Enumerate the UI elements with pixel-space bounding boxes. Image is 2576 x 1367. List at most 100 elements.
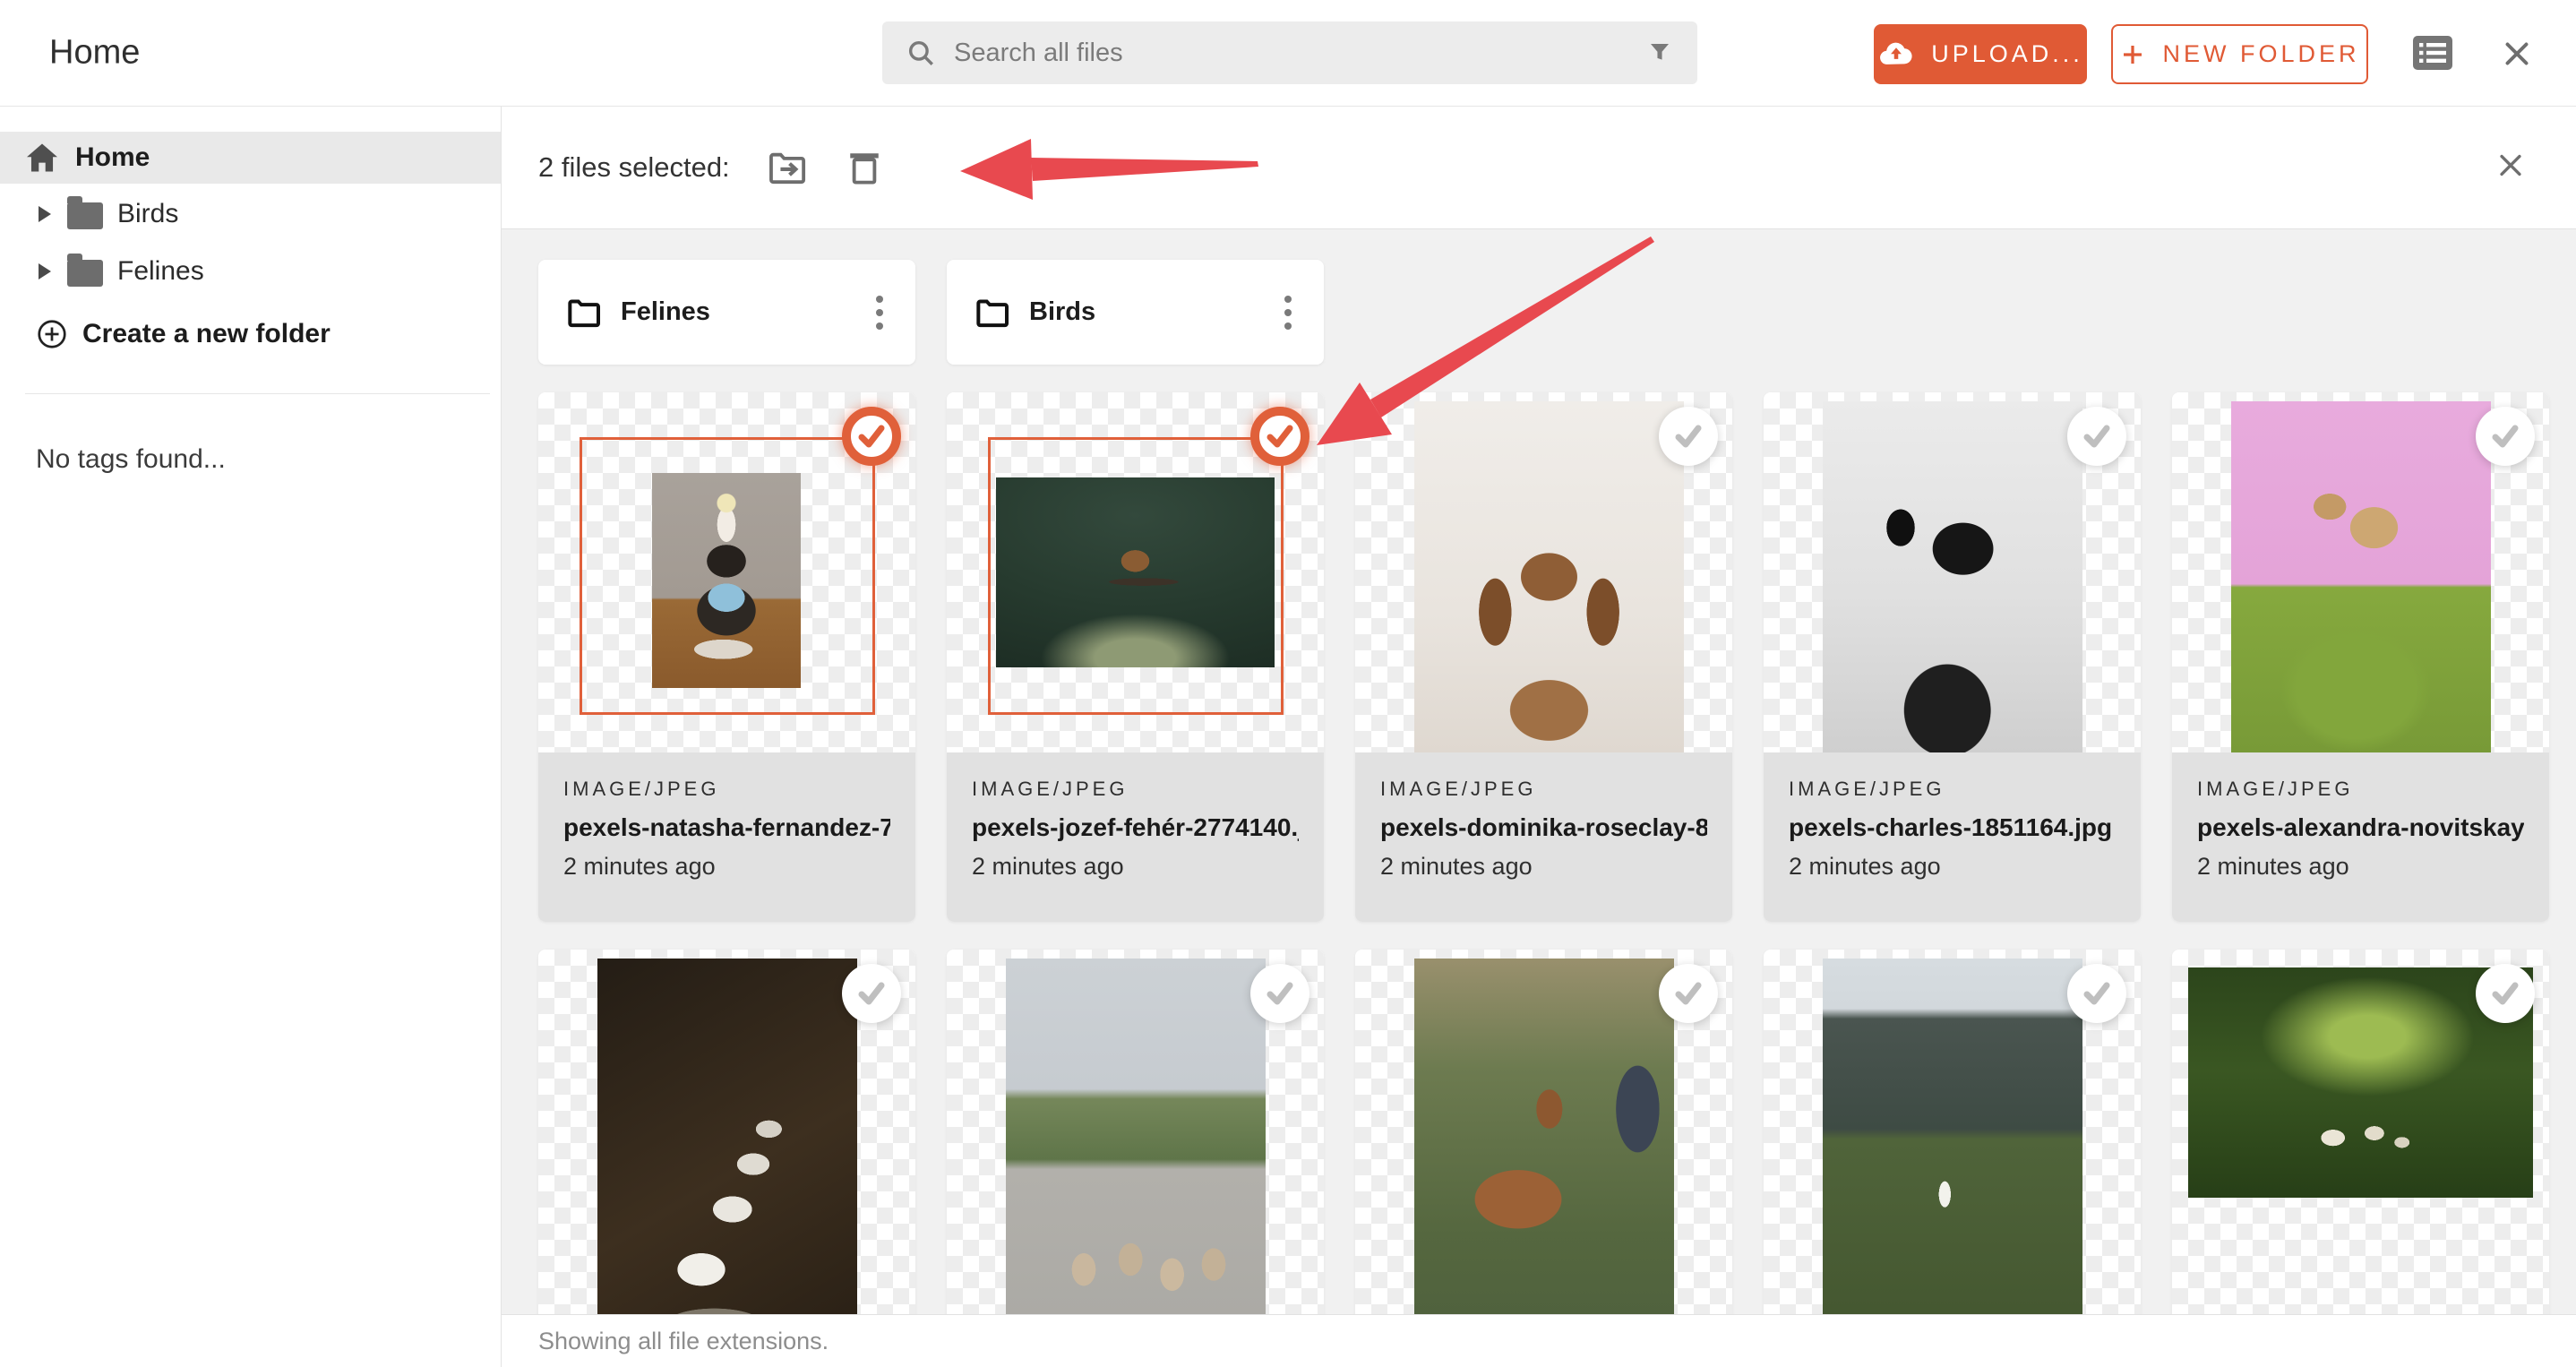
file-thumbnail <box>947 392 1324 752</box>
folder-card-birds[interactable]: Birds <box>947 260 1324 365</box>
file-card[interactable] <box>538 950 915 1314</box>
check-icon <box>1675 982 1702 1005</box>
upload-button[interactable]: UPLOAD... <box>1874 24 2087 84</box>
thumbnail-seagulls-on-railing <box>597 959 857 1314</box>
file-meta: IMAGE/JPEG pexels-jozef-fehér-2774140.jp… <box>947 752 1324 922</box>
file-name: pexels-charles-1851164.jpg <box>1789 813 2113 841</box>
thumbnail-kangaroo-being-fed <box>1414 959 1674 1314</box>
file-meta: IMAGE/JPEG pexels-natasha-fernandez-733.… <box>538 752 915 922</box>
file-card[interactable]: IMAGE/JPEG pexels-dominika-roseclay-8952… <box>1355 392 1732 922</box>
select-checkbox[interactable] <box>2476 964 2535 1023</box>
kebab-menu-icon[interactable] <box>1279 290 1297 335</box>
selection-outline <box>580 437 875 715</box>
create-new-folder-label: Create a new folder <box>82 319 331 348</box>
file-browser-area: Felines Birds IMAGE/JPEG pexels-natasha-… <box>502 229 2576 1314</box>
folder-icon <box>67 254 103 287</box>
selection-count-text: 2 files selected: <box>538 151 730 183</box>
sidebar-item-felines[interactable]: Felines <box>0 245 501 298</box>
file-card[interactable]: IMAGE/JPEG pexels-charles-1851164.jpg 2 … <box>1764 392 2141 922</box>
select-checkbox[interactable] <box>2067 964 2126 1023</box>
page-title: Home <box>49 33 141 72</box>
select-checkbox[interactable] <box>1250 407 1309 466</box>
file-name: pexels-dominika-roseclay-8952... <box>1380 813 1707 841</box>
search-input[interactable] <box>954 38 1627 68</box>
file-thumbnail <box>1355 950 1732 1314</box>
file-thumbnail <box>2172 950 2549 1314</box>
folder-icon <box>568 299 600 327</box>
thumbnail-black-pug-portrait <box>1823 401 2082 752</box>
list-view-icon[interactable] <box>2411 34 2454 76</box>
file-time: 2 minutes ago <box>1789 853 1941 880</box>
selection-toolbar: 2 files selected: <box>502 107 2576 229</box>
sidebar-home-label: Home <box>75 142 150 172</box>
file-meta: IMAGE/JPEG pexels-charles-1851164.jpg 2 … <box>1764 752 2141 922</box>
caret-right-icon[interactable] <box>39 206 51 222</box>
file-card[interactable] <box>1764 950 2141 1314</box>
check-icon <box>858 425 885 448</box>
kebab-menu-icon[interactable] <box>871 290 889 335</box>
file-card[interactable]: IMAGE/JPEG pexels-alexandra-novitskaya-2… <box>2172 392 2549 922</box>
file-card[interactable] <box>2172 950 2549 1314</box>
select-checkbox[interactable] <box>2476 407 2535 466</box>
file-card[interactable] <box>947 950 1324 1314</box>
file-card[interactable]: IMAGE/JPEG pexels-jozef-fehér-2774140.jp… <box>947 392 1324 922</box>
file-type-label: IMAGE/JPEG <box>1380 778 1537 800</box>
clear-selection-close-icon[interactable] <box>2495 150 2526 185</box>
upload-cloud-icon <box>1877 36 1915 73</box>
select-checkbox[interactable] <box>1250 964 1309 1023</box>
file-type-label: IMAGE/JPEG <box>972 778 1129 800</box>
sidebar-divider <box>25 393 490 394</box>
status-text: Showing all file extensions. <box>538 1327 829 1354</box>
circle-plus-icon <box>36 318 68 350</box>
caret-right-icon[interactable] <box>39 263 51 279</box>
folder-cards-row: Felines Birds <box>538 260 2546 365</box>
folder-card-felines[interactable]: Felines <box>538 260 915 365</box>
select-checkbox[interactable] <box>842 407 901 466</box>
folder-icon <box>976 299 1009 327</box>
folder-card-name: Birds <box>1029 297 1096 326</box>
thumbnail-geese-walking-on-road <box>1006 959 1266 1314</box>
trash-icon[interactable] <box>846 149 882 186</box>
file-card[interactable]: IMAGE/JPEG pexels-natasha-fernandez-733.… <box>538 392 915 922</box>
check-icon <box>2083 425 2110 448</box>
search-box[interactable] <box>882 21 1697 84</box>
thumbnail-brown-dachshund-portrait <box>1414 401 1684 752</box>
file-name: pexels-natasha-fernandez-733... <box>563 813 890 841</box>
file-meta: IMAGE/JPEG pexels-dominika-roseclay-8952… <box>1355 752 1732 922</box>
file-meta: IMAGE/JPEG pexels-alexandra-novitskaya-2… <box>2172 752 2549 922</box>
filter-icon[interactable] <box>1645 39 1674 67</box>
no-tags-text: No tags found... <box>36 444 226 474</box>
new-folder-button[interactable]: NEW FOLDER <box>2111 24 2368 84</box>
create-new-folder-button[interactable]: Create a new folder <box>0 318 501 350</box>
selection-outline <box>988 437 1284 715</box>
search-icon <box>906 38 936 68</box>
sidebar-item-birds[interactable]: Birds <box>0 187 501 241</box>
file-card[interactable] <box>1355 950 1732 1314</box>
sidebar-folder-label: Birds <box>117 199 179 228</box>
file-name: pexels-alexandra-novitskaya-2... <box>2197 813 2524 841</box>
thumbnail-white-deer-on-hillside <box>1823 959 2082 1314</box>
select-checkbox[interactable] <box>2067 407 2126 466</box>
upload-button-label: UPLOAD... <box>1931 40 2083 67</box>
top-bar: Home UPLOAD... NEW FOLDER <box>0 0 2576 107</box>
check-icon <box>2492 982 2519 1005</box>
select-checkbox[interactable] <box>842 964 901 1023</box>
file-thumbnail <box>947 950 1324 1314</box>
check-icon <box>2083 982 2110 1005</box>
file-time: 2 minutes ago <box>2197 853 2349 880</box>
sidebar-item-home[interactable]: Home <box>0 132 501 184</box>
file-thumbnail <box>538 950 915 1314</box>
move-to-folder-icon[interactable] <box>768 150 809 185</box>
file-thumbnail <box>1764 392 2141 752</box>
select-checkbox[interactable] <box>1659 407 1718 466</box>
file-thumbnail <box>1355 392 1732 752</box>
file-type-label: IMAGE/JPEG <box>1789 778 1945 800</box>
check-icon <box>1267 425 1293 448</box>
check-icon <box>1267 982 1293 1005</box>
home-icon <box>25 142 59 173</box>
status-bar: Showing all file extensions. <box>502 1314 2576 1367</box>
file-grid: IMAGE/JPEG pexels-natasha-fernandez-733.… <box>538 392 2549 1314</box>
close-icon[interactable] <box>2501 38 2533 74</box>
file-name: pexels-jozef-fehér-2774140.jpg <box>972 813 1299 841</box>
select-checkbox[interactable] <box>1659 964 1718 1023</box>
